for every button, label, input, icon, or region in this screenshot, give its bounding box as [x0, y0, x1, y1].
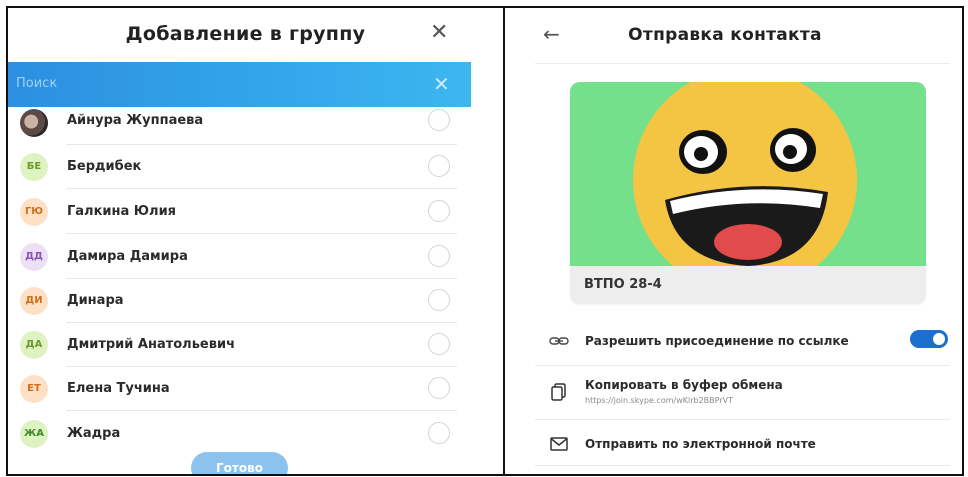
avatar: ГЮ [20, 198, 48, 226]
close-icon[interactable]: ✕ [430, 22, 448, 44]
avatar: ЕТ [20, 375, 48, 403]
send-contact-panel: ← Отправка контакта ВТПО 28-4 Разрешить … [505, 8, 962, 474]
contact-name: Галкина Юлия [67, 204, 177, 219]
contact-row[interactable]: БЕ Бердибек [8, 145, 471, 189]
copy-to-clipboard-row[interactable]: Копировать в буфер обмена https://join.s… [535, 365, 950, 420]
add-to-group-header: Добавление в группу ✕ [8, 8, 501, 63]
group-avatar-art [570, 82, 926, 292]
add-to-group-panel: Добавление в группу ✕ Поиск ✕ Айнура Жуп… [8, 8, 501, 474]
allow-link-toggle[interactable] [910, 330, 948, 348]
contact-name: Айнура Жуппаева [67, 113, 204, 128]
contact-name: Елена Тучина [67, 381, 170, 396]
copy-label: Копировать в буфер обмена [585, 378, 783, 392]
avatar: ЖА [20, 420, 48, 448]
mail-icon [549, 434, 569, 454]
avatar [20, 109, 48, 137]
contact-row[interactable]: ЖА Жадра [8, 412, 471, 456]
contact-name: Дмитрий Анатольевич [67, 337, 235, 352]
contact-name: Дамира Дамира [67, 249, 188, 264]
select-radio[interactable] [428, 422, 450, 444]
select-radio[interactable] [428, 289, 450, 311]
contact-row[interactable]: ДД Дамира Дамира [8, 235, 471, 279]
send-email-row[interactable]: Отправить по электронной почте [535, 420, 950, 466]
contact-row[interactable]: ДА Дмитрий Анатольевич [8, 323, 471, 367]
join-link-url[interactable]: https://join.skype.com/wKlrb2BBPrVT [585, 396, 733, 405]
avatar: БЕ [20, 153, 48, 181]
select-radio[interactable] [428, 377, 450, 399]
contact-name: Бердибек [67, 159, 142, 174]
row-divider [535, 365, 950, 366]
select-radio[interactable] [428, 109, 450, 131]
contact-name: Динара [67, 293, 124, 308]
contact-row[interactable]: ДИ Динара [8, 279, 471, 323]
select-radio[interactable] [428, 200, 450, 222]
contact-row[interactable]: ЕТ Елена Тучина [8, 367, 471, 411]
panel-title: Добавление в группу [125, 23, 366, 45]
select-radio[interactable] [428, 333, 450, 355]
group-name-label: ВТПО 28-4 [584, 277, 662, 292]
allow-link-row[interactable]: Разрешить присоединение по ссылке [535, 319, 950, 365]
contact-row[interactable]: Айнура Жуппаева [8, 101, 471, 145]
avatar: ДИ [20, 287, 48, 315]
clear-search-icon[interactable]: ✕ [433, 72, 450, 96]
done-button[interactable]: Готово [191, 452, 288, 474]
search-input[interactable]: Поиск [16, 76, 57, 91]
toggle-knob [933, 333, 945, 345]
header-divider [535, 63, 950, 64]
select-radio[interactable] [428, 245, 450, 267]
panel-title: Отправка контакта [628, 25, 822, 45]
row-divider [66, 188, 457, 189]
avatar: ДА [20, 331, 48, 359]
row-divider [66, 233, 457, 234]
avatar: ДД [20, 243, 48, 271]
screenshot-frame: Добавление в группу ✕ Поиск ✕ Айнура Жуп… [6, 6, 964, 476]
send-email-label: Отправить по электронной почте [585, 437, 816, 451]
allow-link-label: Разрешить присоединение по ссылке [585, 334, 849, 348]
row-divider [66, 410, 457, 411]
smiley-face-icon [633, 82, 857, 292]
copy-icon [549, 382, 569, 402]
row-divider [535, 465, 950, 466]
contact-name: Жадра [67, 426, 121, 441]
select-radio[interactable] [428, 155, 450, 177]
group-card: ВТПО 28-4 [570, 82, 926, 304]
link-icon [549, 331, 569, 351]
contact-row[interactable]: ГЮ Галкина Юлия [8, 190, 471, 234]
